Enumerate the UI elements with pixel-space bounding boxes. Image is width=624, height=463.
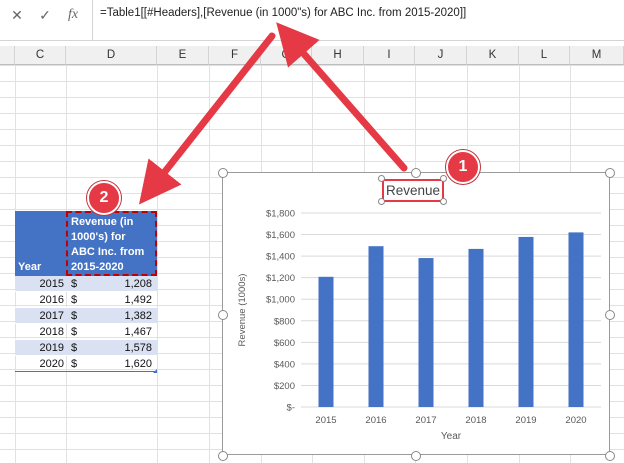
x-axis-label: Year <box>441 431 462 442</box>
amount-cell: 1,208 <box>124 278 152 290</box>
x-tick-label: 2020 <box>565 415 586 426</box>
bar <box>568 232 584 407</box>
y-tick-label: $1,000 <box>266 295 295 306</box>
formula-bar-divider <box>92 0 93 40</box>
resize-handle-bottom[interactable] <box>411 451 421 461</box>
table-row[interactable]: 2017 $1,382 <box>15 308 157 324</box>
chart-area[interactable]: $- $200 $400 $600 $800 $1,000 $1,200 $1,400 $1,6… <box>222 172 610 455</box>
x-tick-label: 2015 <box>315 415 336 426</box>
currency-symbol: $ <box>71 310 78 322</box>
column-header-f[interactable]: F <box>209 46 261 65</box>
amount-cell: 1,382 <box>124 310 152 322</box>
y-tick-label: $1,800 <box>266 209 295 220</box>
resize-handle-bottom-right[interactable] <box>605 451 615 461</box>
column-header-m[interactable]: M <box>570 46 624 65</box>
y-tick-label: $- <box>287 403 295 414</box>
column-header-i[interactable]: I <box>364 46 415 65</box>
column-header-l[interactable]: L <box>519 46 570 65</box>
year-cell: 2016 <box>39 294 64 306</box>
y-tick-label: $1,200 <box>266 273 295 284</box>
table-header-year-label: Year <box>18 261 42 273</box>
table-header-year[interactable]: Year <box>15 211 66 276</box>
y-tick-label: $600 <box>274 338 295 349</box>
column-header-g[interactable]: G <box>261 46 312 65</box>
column-header-c[interactable]: C <box>15 46 66 65</box>
column-header-d[interactable]: D <box>66 46 157 65</box>
amount-cell: 1,467 <box>124 326 152 338</box>
table-row[interactable]: 2015 $1,208 <box>15 276 157 292</box>
resize-handle-top-right[interactable] <box>605 168 615 178</box>
select-all-corner[interactable] <box>0 46 15 65</box>
bar <box>468 248 484 407</box>
formula-bar: ✕ ✓ fx =Table1[[#Headers],[Revenue (in 1… <box>0 0 624 41</box>
amount-cell: 1,620 <box>124 358 152 370</box>
column-header-k[interactable]: K <box>467 46 519 65</box>
y-tick-label: $200 <box>274 381 295 392</box>
revenue-chart: $- $200 $400 $600 $800 $1,000 $1,200 $1,400 $1,6… <box>237 209 601 442</box>
y-axis-label: Revenue (1000s) <box>237 274 248 347</box>
column-header-e[interactable]: E <box>157 46 209 65</box>
callout-badge-2: 2 <box>87 181 121 215</box>
x-tick-label: 2017 <box>415 415 436 426</box>
check-icon[interactable]: ✓ <box>34 4 56 26</box>
bar <box>418 258 434 407</box>
column-header-j[interactable]: J <box>415 46 467 65</box>
bar <box>318 276 334 407</box>
column-header-h[interactable]: H <box>312 46 364 65</box>
fx-icon[interactable]: fx <box>62 4 84 26</box>
title-handle[interactable] <box>440 198 447 205</box>
currency-symbol: $ <box>71 326 78 338</box>
table-row[interactable]: 2019 $1,578 <box>15 340 157 356</box>
amount-cell: 1,492 <box>124 294 152 306</box>
callout-badge-1: 1 <box>446 150 480 184</box>
y-tick-label: $1,600 <box>266 230 295 241</box>
table-row[interactable]: 2018 $1,467 <box>15 324 157 340</box>
resize-handle-left[interactable] <box>218 310 228 320</box>
currency-symbol: $ <box>71 294 78 306</box>
title-handle[interactable] <box>378 175 385 182</box>
x-tick-label: 2016 <box>365 415 386 426</box>
table-row[interactable]: 2016 $1,492 <box>15 292 157 308</box>
bar <box>518 236 534 407</box>
resize-handle-bottom-left[interactable] <box>218 451 228 461</box>
table-resize-handle[interactable] <box>153 369 157 373</box>
year-cell: 2020 <box>39 358 64 370</box>
table-header-revenue[interactable]: Revenue (in 1000's) for ABC Inc. from 20… <box>66 211 157 276</box>
resize-handle-right[interactable] <box>605 310 615 320</box>
currency-symbol: $ <box>71 342 78 354</box>
cancel-icon[interactable]: ✕ <box>6 4 28 26</box>
y-tick-label: $800 <box>274 316 295 327</box>
year-cell: 2015 <box>39 278 64 290</box>
resize-handle-top[interactable] <box>411 168 421 178</box>
bar <box>368 246 384 407</box>
x-tick-label: 2019 <box>515 415 536 426</box>
amount-cell: 1,578 <box>124 342 152 354</box>
year-cell: 2018 <box>39 326 64 338</box>
currency-symbol: $ <box>71 358 78 370</box>
y-tick-label: $400 <box>274 359 295 370</box>
year-cell: 2017 <box>39 310 64 322</box>
chart-title[interactable]: Revenue <box>382 179 444 202</box>
title-handle[interactable] <box>378 198 385 205</box>
formula-input[interactable]: =Table1[[#Headers],[Revenue (in 1000"s) … <box>100 7 466 19</box>
resize-handle-top-left[interactable] <box>218 168 228 178</box>
title-handle[interactable] <box>440 175 447 182</box>
y-tick-label: $1,400 <box>266 252 295 263</box>
year-cell: 2019 <box>39 342 64 354</box>
currency-symbol: $ <box>71 278 78 290</box>
x-tick-label: 2018 <box>465 415 486 426</box>
table-row[interactable]: 2020 $1,620 <box>15 356 157 372</box>
